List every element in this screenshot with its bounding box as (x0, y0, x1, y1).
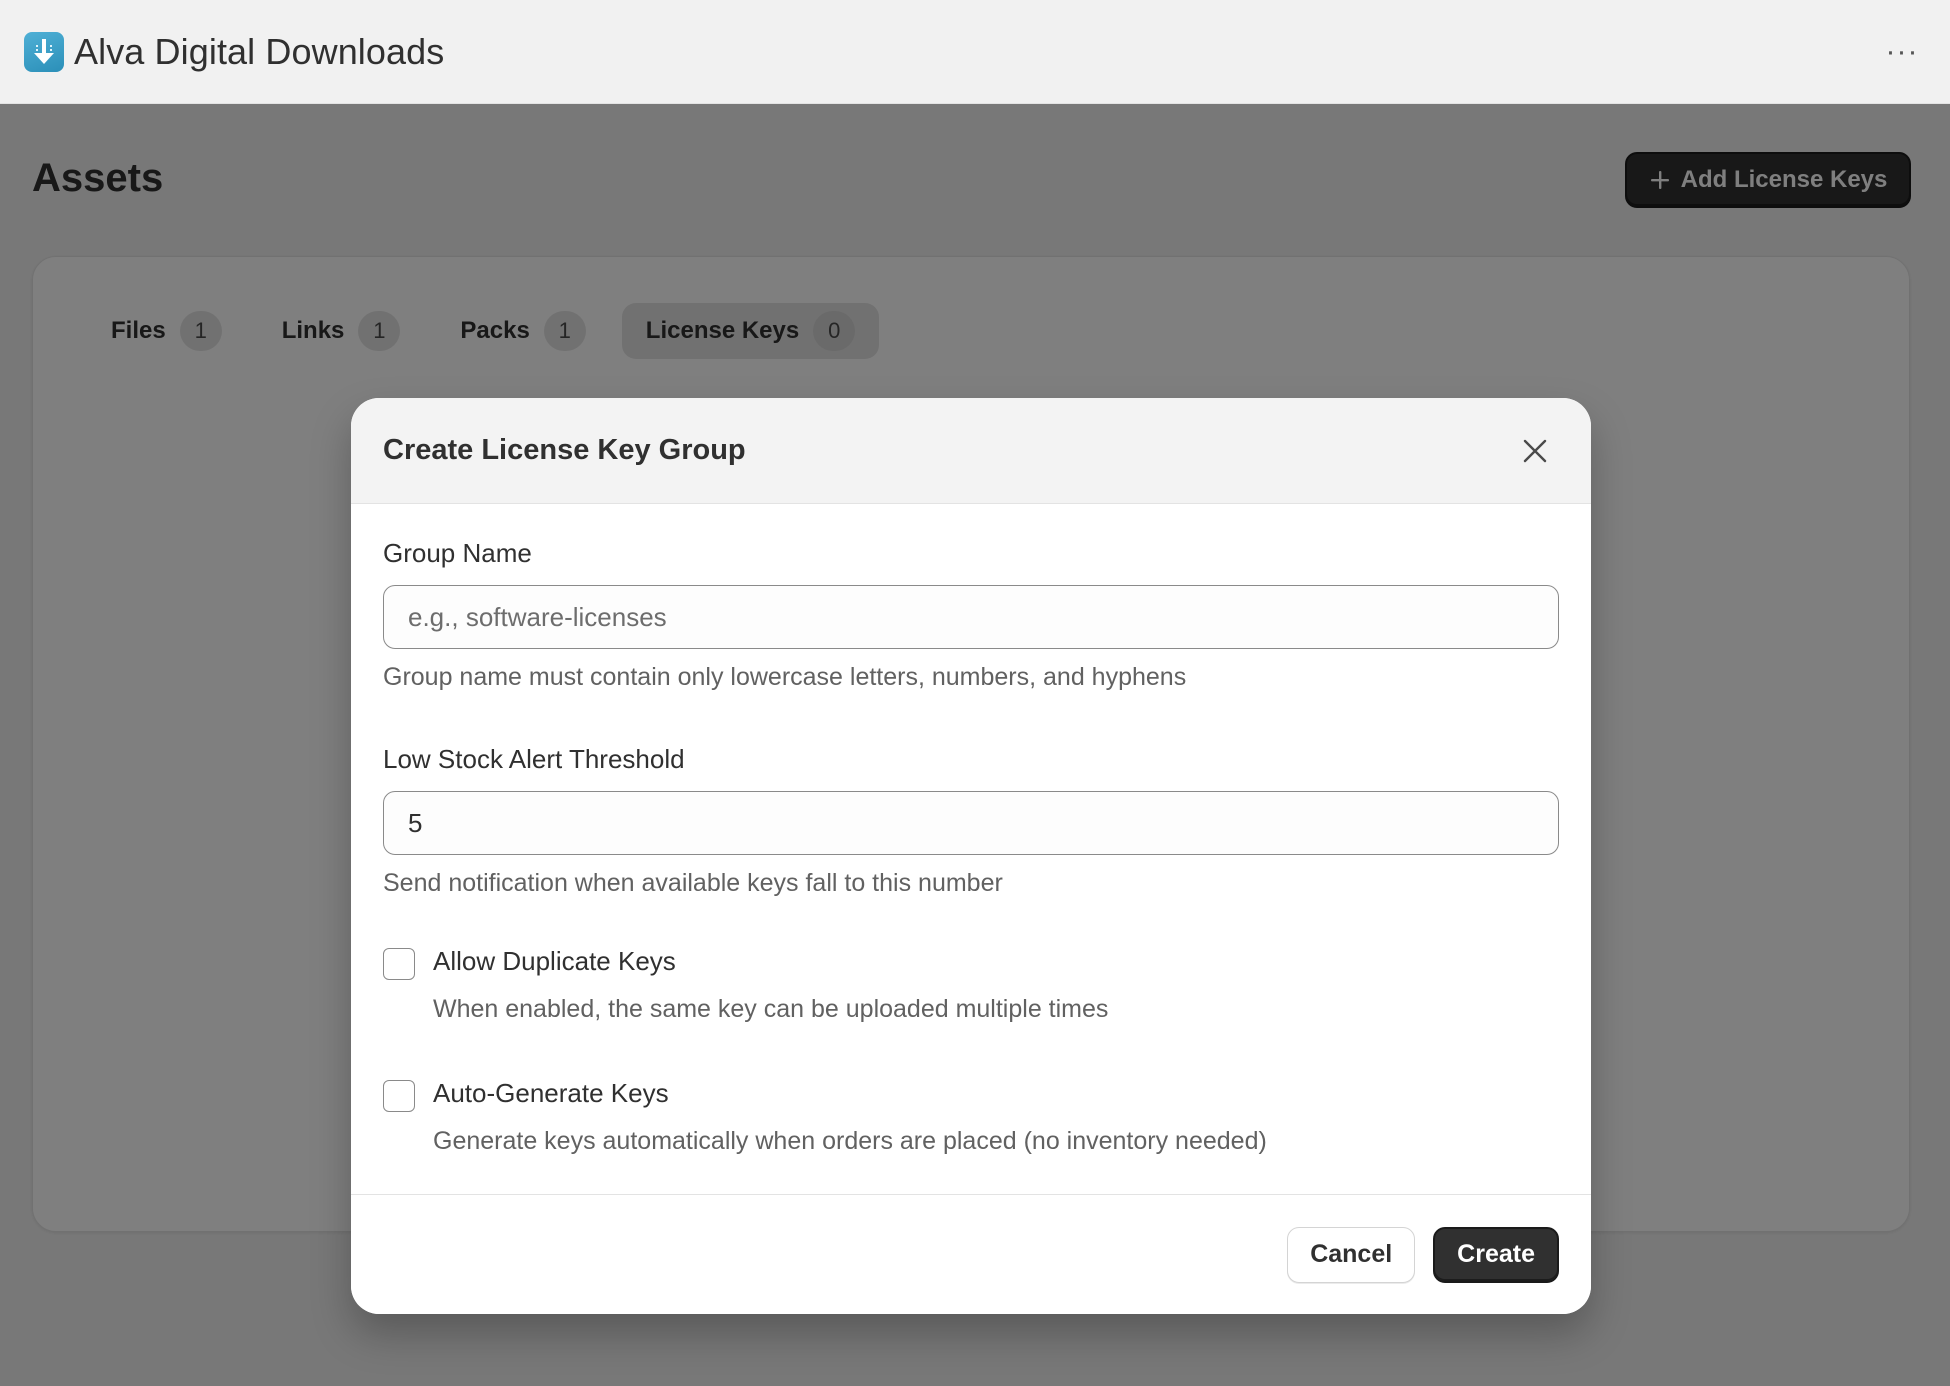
modal-footer: Cancel Create (351, 1194, 1591, 1314)
app-title: Alva Digital Downloads (74, 30, 445, 72)
app-header: Alva Digital Downloads ··· (0, 0, 1950, 104)
download-arrow-icon (34, 38, 54, 64)
threshold-label: Low Stock Alert Threshold (383, 744, 685, 774)
modal-title: Create License Key Group (383, 434, 746, 466)
threshold-help: Send notification when available keys fa… (383, 869, 1003, 897)
create-button[interactable]: Create (1433, 1226, 1559, 1283)
auto-generate-label[interactable]: Auto-Generate Keys (433, 1078, 1267, 1109)
options-group: Allow Duplicate Keys When enabled, the s… (383, 946, 1559, 1156)
create-license-key-group-dialog: Create License Key Group Group Name Grou… (351, 398, 1591, 1314)
allow-duplicates-option: Allow Duplicate Keys When enabled, the s… (383, 946, 1559, 1024)
auto-generate-help: Generate keys automatically when orders … (433, 1127, 1267, 1155)
more-actions-button[interactable]: ··· (1878, 28, 1926, 76)
auto-generate-text: Auto-Generate Keys Generate keys automat… (433, 1078, 1267, 1156)
auto-generate-checkbox[interactable] (383, 1080, 415, 1112)
group-name-field: Group Name Group name must contain only … (383, 538, 1559, 692)
ellipsis-icon: ··· (1885, 34, 1919, 68)
cancel-button[interactable]: Cancel (1287, 1226, 1416, 1283)
group-name-input[interactable] (383, 585, 1559, 649)
auto-generate-option: Auto-Generate Keys Generate keys automat… (383, 1078, 1559, 1156)
modal-header: Create License Key Group (351, 398, 1591, 504)
threshold-input[interactable] (383, 791, 1559, 855)
allow-duplicates-checkbox[interactable] (383, 948, 415, 980)
allow-duplicates-help: When enabled, the same key can be upload… (433, 995, 1109, 1023)
allow-duplicates-label[interactable]: Allow Duplicate Keys (433, 946, 1108, 977)
group-name-help: Group name must contain only lowercase l… (383, 663, 1187, 691)
close-icon (1523, 439, 1547, 462)
app-logo (24, 31, 64, 72)
group-name-label: Group Name (383, 538, 532, 568)
close-button[interactable] (1511, 427, 1559, 475)
threshold-field: Low Stock Alert Threshold Send notificat… (383, 744, 1559, 898)
allow-duplicates-text: Allow Duplicate Keys When enabled, the s… (433, 946, 1108, 1024)
modal-body: Group Name Group name must contain only … (351, 504, 1591, 1156)
